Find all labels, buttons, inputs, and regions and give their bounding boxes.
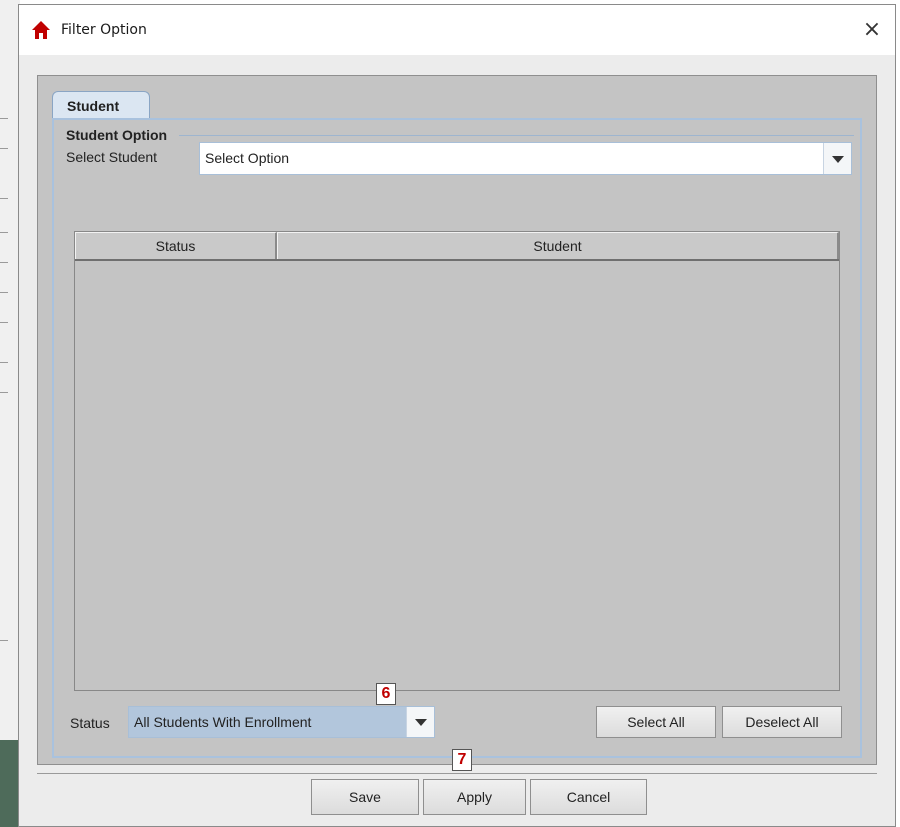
cancel-button[interactable]: Cancel xyxy=(530,779,647,815)
chevron-down-icon xyxy=(414,719,427,726)
table-body[interactable] xyxy=(75,261,839,690)
filter-option-dialog: Filter Option × Student Student Option S… xyxy=(18,4,896,827)
status-label: Status xyxy=(70,715,110,731)
apply-button[interactable]: Apply xyxy=(423,779,526,815)
student-table: Status Student xyxy=(74,231,840,691)
background-app xyxy=(0,0,20,827)
select-all-button[interactable]: Select All xyxy=(596,706,716,738)
deselect-all-button[interactable]: Deselect All xyxy=(722,706,842,738)
content-frame: Student Student Option Select Student Se… xyxy=(37,75,877,765)
save-button[interactable]: Save xyxy=(311,779,419,815)
title-bar[interactable]: Filter Option × xyxy=(19,5,895,55)
section-title-student-option: Student Option xyxy=(66,127,168,143)
chevron-down-icon xyxy=(831,155,844,163)
close-button[interactable]: × xyxy=(849,5,895,55)
column-header-student[interactable]: Student xyxy=(277,232,839,259)
tab-student[interactable]: Student xyxy=(52,91,150,120)
window-title: Filter Option xyxy=(61,22,147,38)
close-icon: × xyxy=(862,17,882,42)
select-student-dropdown-button[interactable] xyxy=(823,143,851,174)
annotation-badge-7: 7 xyxy=(452,749,472,771)
house-icon xyxy=(32,21,50,39)
section-divider xyxy=(179,135,854,136)
status-dropdown[interactable]: All Students With Enrollment xyxy=(128,706,435,738)
status-dropdown-field: All Students With Enrollment xyxy=(129,707,400,737)
select-student-value: Select Option xyxy=(205,150,290,166)
select-student-dropdown[interactable]: Select Option xyxy=(199,142,852,175)
status-dropdown-button[interactable] xyxy=(406,707,434,737)
table-header: Status Student xyxy=(75,232,839,261)
status-dropdown-value: All Students With Enrollment xyxy=(134,714,312,730)
column-header-status[interactable]: Status xyxy=(75,232,277,259)
student-tab-panel: Student Option Select Student Select Opt… xyxy=(52,118,862,758)
annotation-badge-6: 6 xyxy=(376,683,396,705)
button-bar-divider xyxy=(37,773,877,774)
select-student-label: Select Student xyxy=(66,149,158,165)
